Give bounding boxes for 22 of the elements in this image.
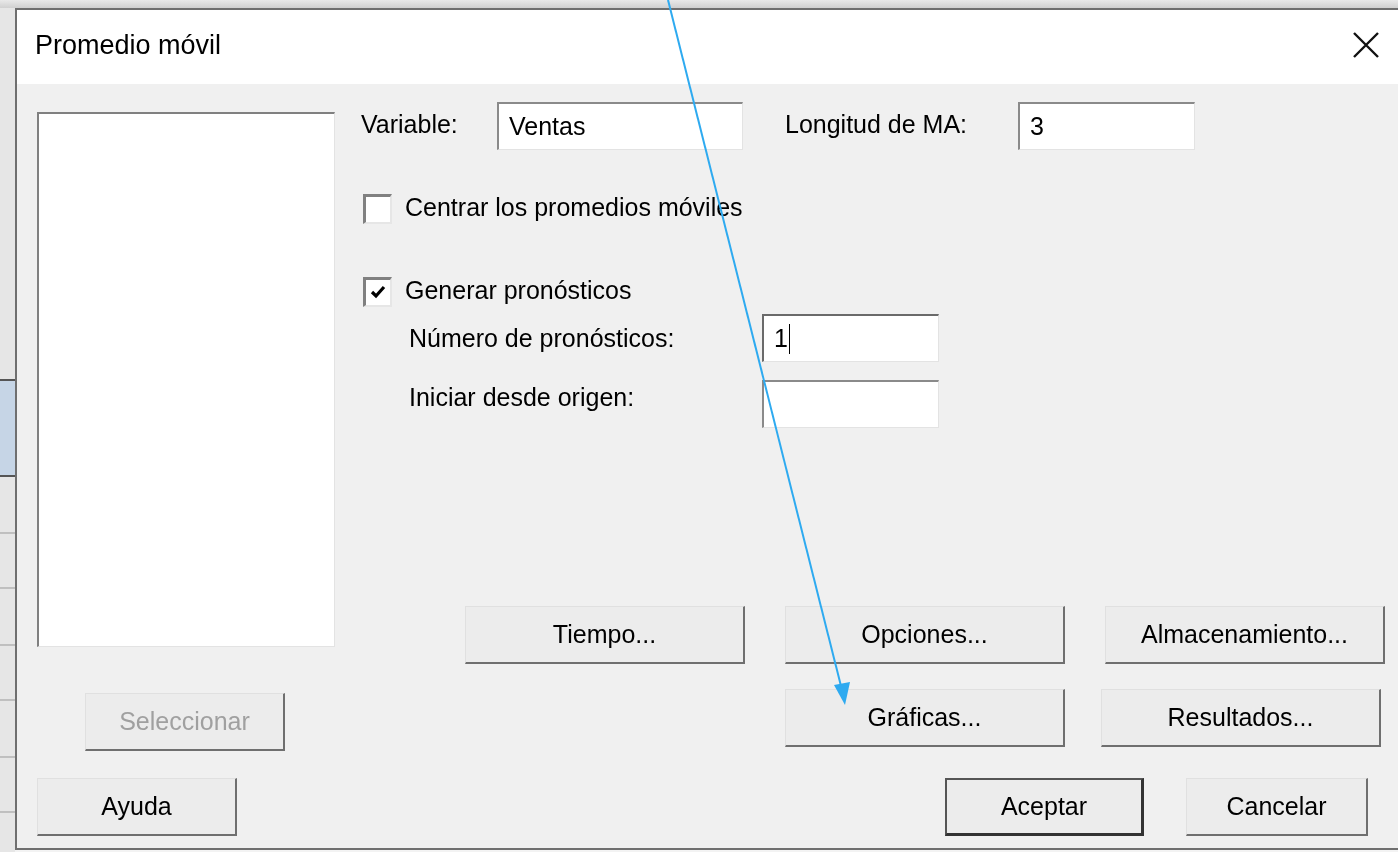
option-button[interactable]: Resultados... <box>1101 689 1381 747</box>
dialog-button[interactable]: Aceptar <box>945 778 1144 836</box>
input-field[interactable]: Ventas <box>497 102 743 150</box>
dialog-button[interactable]: Ayuda <box>37 778 237 836</box>
checkmark-icon <box>370 285 386 299</box>
dialog-button[interactable]: Cancelar <box>1186 778 1368 836</box>
option-button[interactable]: Gráficas... <box>785 689 1065 747</box>
checkbox-label: Generar pronósticos <box>405 276 632 306</box>
field-label: Número de pronósticos: <box>409 323 676 353</box>
input-field[interactable]: 1 <box>762 314 939 362</box>
close-icon[interactable] <box>1352 31 1380 59</box>
option-button[interactable]: Tiempo... <box>465 606 745 664</box>
field-label: Variable: <box>361 109 459 140</box>
option-button[interactable]: Almacenamiento... <box>1105 606 1385 664</box>
field-label: Iniciar desde origen: <box>409 382 636 413</box>
input-field[interactable]: 3 <box>1018 102 1195 150</box>
checkbox[interactable] <box>363 193 392 224</box>
input-field[interactable] <box>762 380 939 428</box>
window-title: Promedio móvil <box>35 29 222 61</box>
field-label: Longitud de MA: <box>785 109 969 140</box>
option-button[interactable]: Opciones... <box>785 606 1065 664</box>
checkbox[interactable] <box>363 276 392 307</box>
